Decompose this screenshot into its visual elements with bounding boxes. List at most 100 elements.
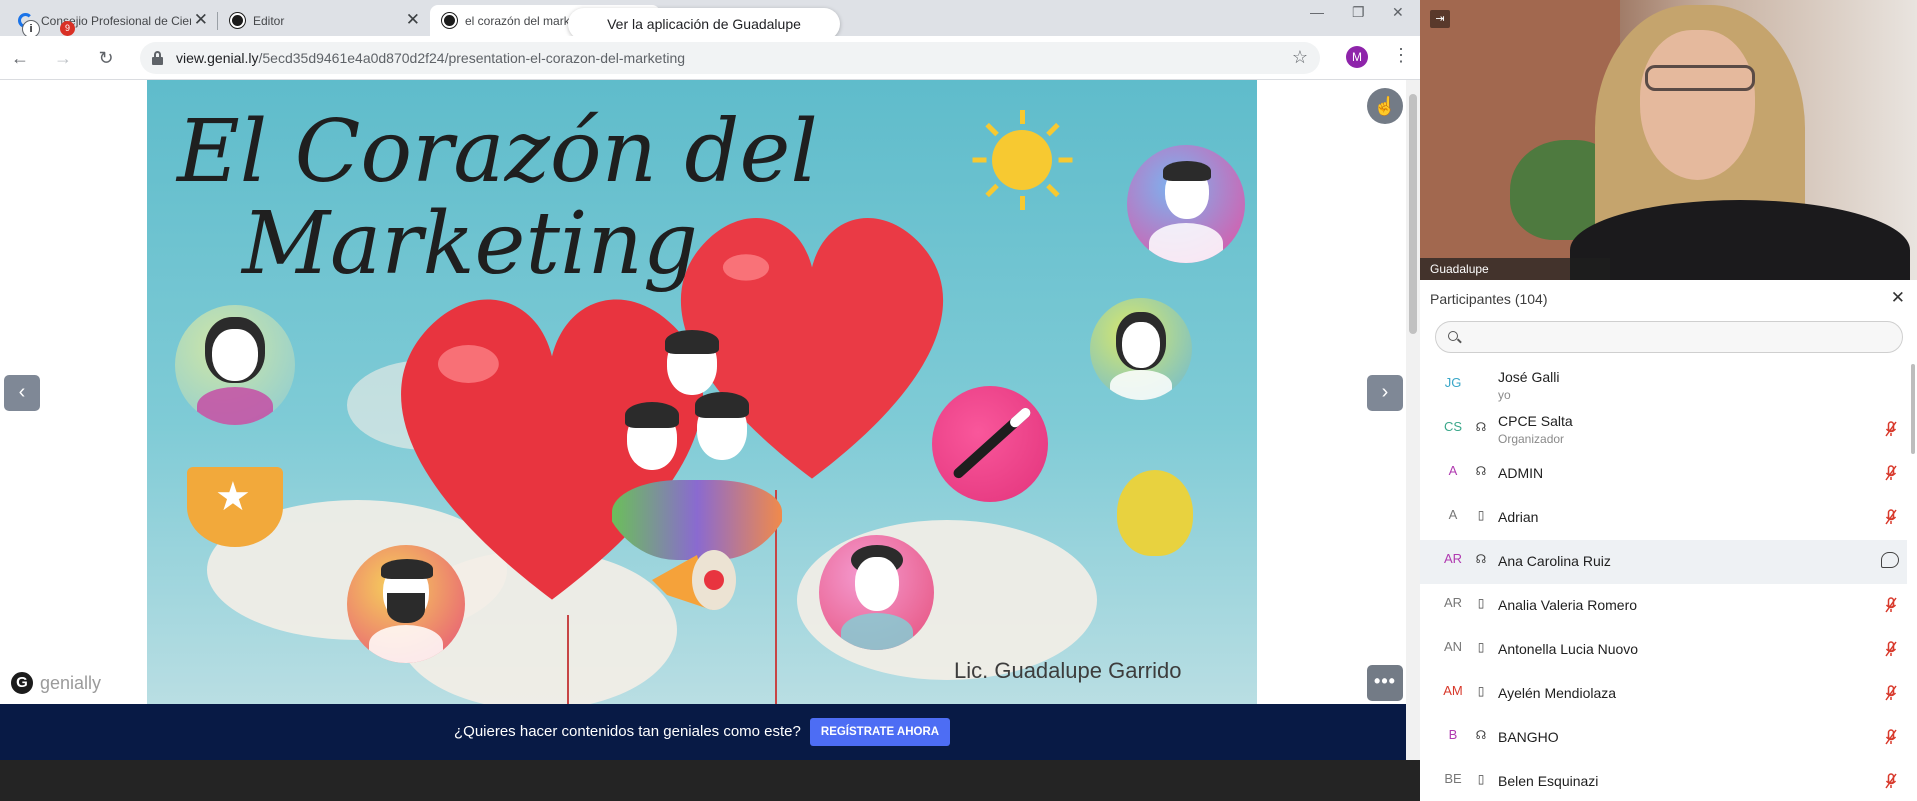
avatar-illustration: [347, 545, 465, 663]
tab-editor[interactable]: Editor ✕: [218, 5, 428, 36]
mic-muted-icon[interactable]: [1885, 773, 1897, 789]
avatar-illustration: [1090, 298, 1192, 400]
phone-icon: ▯: [1477, 640, 1485, 654]
tab-strip: Consejio Profesional de Ciencias ✕ Edito…: [0, 0, 1420, 40]
minimize-icon[interactable]: —: [1310, 4, 1324, 20]
more-options-button[interactable]: •••: [1367, 665, 1403, 701]
close-icon[interactable]: ✕: [406, 11, 420, 28]
notification-badge: 9: [60, 21, 75, 36]
presenter-video: ⇥ Guadalupe: [1420, 0, 1917, 280]
participant-initials: AN: [1443, 639, 1463, 654]
participant-initials: AR: [1443, 551, 1463, 566]
mic-muted-icon[interactable]: [1885, 685, 1897, 701]
mic-muted-icon[interactable]: [1885, 641, 1897, 657]
participant-initials: BE: [1444, 771, 1462, 786]
page-scrollbar[interactable]: [1406, 80, 1420, 760]
participant-initials: CS: [1443, 419, 1463, 434]
slide-title: El Corazón del Marketing: [177, 102, 818, 294]
participant-row[interactable]: AM ▯ Ayelén Mendiolaza: [1420, 672, 1907, 716]
bookmark-star-icon[interactable]: ☆: [1292, 47, 1308, 68]
participant-name: Ana Carolina Ruiz: [1498, 553, 1611, 569]
bottom-strip: [0, 760, 1420, 801]
avatar-illustration: [819, 535, 934, 650]
participant-initials: AM: [1443, 683, 1463, 698]
participants-title: Participantes (104): [1430, 291, 1548, 307]
browser-menu-icon[interactable]: ⋮: [1392, 45, 1410, 66]
chat-bubble-icon[interactable]: [1881, 552, 1899, 568]
participant-initials: A: [1448, 507, 1458, 522]
presentation-slide: El Corazón del Marketing ★ Lic. Guadalup…: [147, 80, 1257, 704]
participant-name: ADMIN: [1498, 465, 1544, 481]
address-bar[interactable]: view.genial.ly/5ecd35d9461e4a0d870d2f24/…: [140, 42, 1320, 74]
speaker-name: Lic. Guadalupe Garrido: [954, 658, 1182, 683]
avatar-illustration: [175, 305, 295, 425]
lock-icon: [152, 51, 163, 65]
participant-row[interactable]: AN ▯ Antonella Lucia Nuovo: [1420, 628, 1907, 672]
participant-row[interactable]: CS ☊ CPCE Salta Organizador: [1420, 408, 1907, 452]
genially-wordmark: genially: [40, 672, 102, 693]
participant-row[interactable]: A ☊ ADMIN: [1420, 452, 1907, 496]
mic-muted-icon[interactable]: [1885, 465, 1897, 481]
screen: Consejio Profesional de Ciencias ✕ Edito…: [0, 0, 1917, 801]
headset-icon: ☊: [1475, 464, 1487, 478]
chevron-right-icon: ›: [1381, 381, 1389, 403]
url-text: view.genial.ly/5ecd35d9461e4a0d870d2f24/…: [176, 50, 686, 66]
participant-role: Organizador: [1498, 432, 1565, 446]
browser-toolbar: ← → ↻ view.genial.ly/5ecd35d9461e4a0d870…: [0, 36, 1420, 80]
genially-favicon-icon: [442, 13, 457, 28]
close-window-icon[interactable]: ✕: [1392, 4, 1404, 21]
trophy-icon: ★: [187, 467, 283, 547]
participant-row[interactable]: BE ▯ Belen Esquinazi: [1420, 760, 1907, 801]
slide-prev-button[interactable]: ‹: [4, 375, 40, 411]
headset-icon: ☊: [1475, 728, 1487, 742]
participant-initials: A: [1448, 463, 1458, 478]
search-icon: [1448, 331, 1458, 341]
interaction-hand-button[interactable]: ☝: [1367, 88, 1403, 124]
participant-initials: JG: [1444, 375, 1462, 390]
reload-icon[interactable]: ↻: [94, 46, 118, 70]
page-viewport: El Corazón del Marketing ★ Lic. Guadalup…: [0, 80, 1420, 801]
close-icon[interactable]: ✕: [194, 11, 208, 28]
slide-next-button[interactable]: ›: [1367, 375, 1403, 411]
register-button[interactable]: REGÍSTRATE AHORA: [810, 718, 950, 746]
participant-name: Belen Esquinazi: [1498, 773, 1599, 789]
avatar-illustration: [1127, 145, 1245, 263]
profile-avatar[interactable]: M: [1346, 46, 1368, 68]
balloon-string: [567, 615, 569, 704]
phone-icon: ▯: [1477, 508, 1485, 522]
participant-row[interactable]: JG José Galli yo: [1420, 364, 1907, 408]
participant-row[interactable]: AR ☊ Ana Carolina Ruiz: [1420, 540, 1907, 584]
genially-logo[interactable]: G genially: [8, 669, 101, 697]
mic-muted-icon[interactable]: [1885, 421, 1897, 437]
search-input[interactable]: [1466, 328, 1886, 348]
phone-icon: ▯: [1477, 596, 1485, 610]
participant-search[interactable]: [1435, 321, 1903, 353]
participant-row[interactable]: AR ▯ Analia Valeria Romero: [1420, 584, 1907, 628]
participant-initials: AR: [1443, 595, 1463, 610]
tab-title: Editor: [253, 13, 285, 28]
participant-name: Adrian: [1498, 509, 1539, 525]
back-arrow-icon[interactable]: ←: [8, 46, 32, 70]
mic-muted-icon[interactable]: [1885, 729, 1897, 745]
participant-row[interactable]: A ▯ Adrian: [1420, 496, 1907, 540]
cta-banner: ¿Quieres hacer contenidos tan geniales c…: [0, 704, 1406, 760]
cta-text: ¿Quieres hacer contenidos tan geniales c…: [454, 723, 801, 740]
participant-row[interactable]: B ☊ BANGHO: [1420, 716, 1907, 760]
mic-muted-icon[interactable]: [1885, 509, 1897, 525]
participant-role: yo: [1498, 388, 1511, 402]
participant-name: Antonella Lucia Nuovo: [1498, 641, 1639, 657]
restore-icon[interactable]: ❐: [1352, 4, 1365, 21]
close-icon[interactable]: ✕: [1891, 288, 1905, 308]
participant-initials: B: [1448, 727, 1458, 742]
participants-list: JG José Galli yo CS ☊ CPCE Salta Organizador A ☊…: [1420, 364, 1917, 801]
ellipsis-icon: •••: [1374, 671, 1396, 691]
sun-icon: [972, 110, 1073, 210]
forward-arrow-icon[interactable]: →: [51, 46, 75, 70]
mic-muted-icon[interactable]: [1885, 597, 1897, 613]
collapse-video-icon[interactable]: ⇥: [1430, 10, 1450, 28]
participant-name: BANGHO: [1498, 729, 1559, 745]
scrollbar-thumb[interactable]: [1409, 94, 1417, 334]
browser-window: Consejio Profesional de Ciencias ✕ Edito…: [0, 0, 1420, 801]
megaphone-icon: [642, 535, 752, 615]
participant-name: CPCE Salta: [1498, 413, 1573, 429]
